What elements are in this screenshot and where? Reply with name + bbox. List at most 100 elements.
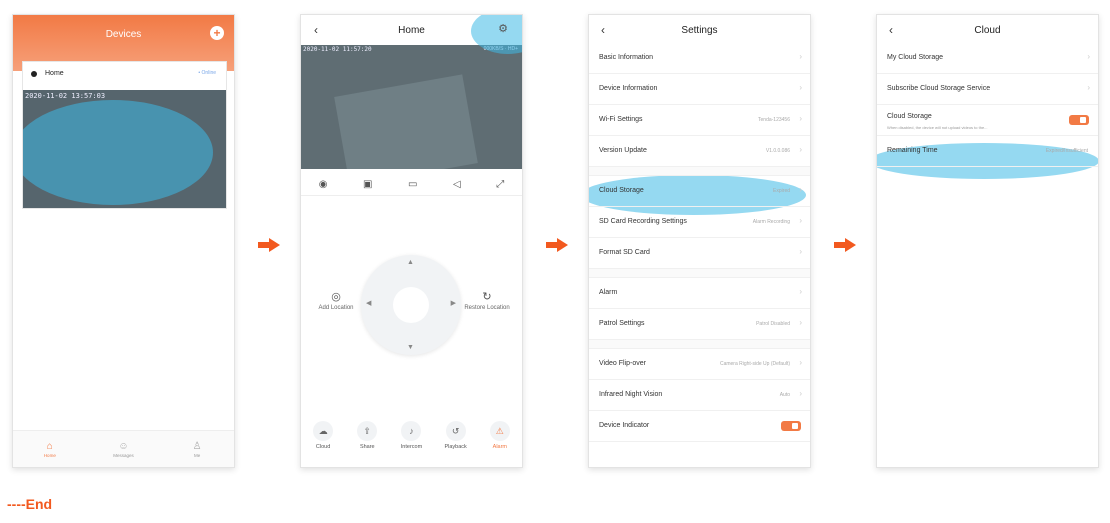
end-marker: ----End <box>7 496 53 512</box>
cloud-storage-toggle-item[interactable]: Cloud Storage When disabled, the device … <box>877 105 1098 136</box>
tab-label: Home <box>43 452 56 458</box>
setting-label: Wi-Fi Settings <box>599 116 643 123</box>
chevron-right-icon: › <box>799 358 802 367</box>
chevron-right-icon: › <box>799 83 802 92</box>
item-label: Cloud Storage <box>887 113 932 120</box>
device-row[interactable]: Home • Online <box>23 62 226 90</box>
setting-sd-recording[interactable]: SD Card Recording Settings Alarm Recordin… <box>589 207 810 238</box>
add-device-icon[interactable]: + <box>210 26 224 40</box>
device-card[interactable]: Home • Online 2020-11-02 13:57:03 <box>22 61 227 209</box>
next-arrow-icon <box>834 238 856 252</box>
location-icon: ◎ <box>331 291 341 303</box>
playback-button[interactable]: ↺ Playback <box>436 421 476 450</box>
chevron-right-icon: › <box>799 216 802 225</box>
add-location-button[interactable]: ◎ Add Location <box>311 290 361 312</box>
share-button[interactable]: ⇪ Share <box>347 421 387 450</box>
setting-cloud-storage[interactable]: Cloud Storage Expired › <box>589 176 810 207</box>
subscribe-cloud-item[interactable]: Subscribe Cloud Storage Service › <box>877 74 1098 105</box>
tab-me[interactable]: ♙ Me <box>172 441 222 458</box>
setting-alarm[interactable]: Alarm › <box>589 278 810 309</box>
gear-icon[interactable]: ⚙ <box>498 22 508 35</box>
setting-label: Device Information <box>599 85 658 92</box>
restore-location-label: Restore Location <box>464 305 510 311</box>
setting-label: SD Card Recording Settings <box>599 218 687 225</box>
chevron-right-icon: › <box>799 247 802 256</box>
fullscreen-icon[interactable]: ⤢ <box>496 179 504 190</box>
my-cloud-storage-item[interactable]: My Cloud Storage › <box>877 43 1098 74</box>
chevron-right-icon: › <box>799 145 802 154</box>
setting-label: Version Update <box>599 147 647 154</box>
home-camera-screen: ‹ Home ⚙ 2020-11-02 11:57:20 000KB/S · H… <box>300 14 523 468</box>
tab-label: Me <box>194 452 201 458</box>
section-divider <box>589 269 810 278</box>
user-icon: ♙ <box>192 440 202 452</box>
playback-icon: ↺ <box>445 421 466 441</box>
share-icon: ⇪ <box>357 421 378 441</box>
page-title: Settings <box>681 25 718 36</box>
settings-list: Basic Information › Device Information › W… <box>589 43 810 442</box>
setting-value: Camera Right-side Up (Default) <box>719 361 790 367</box>
settings-screen: ‹ Settings Basic Information › Device Inf… <box>588 14 811 468</box>
device-indicator-icon <box>31 71 37 77</box>
video-timestamp: 2020-11-02 13:57:03 <box>25 92 106 100</box>
setting-label: Patrol Settings <box>599 320 645 327</box>
tab-home[interactable]: ⌂ Home <box>25 441 75 458</box>
alarm-button[interactable]: ⚠ Alarm <box>480 421 520 450</box>
video-scene <box>334 74 478 169</box>
speaker-icon[interactable]: ◁ <box>453 179 461 190</box>
ptz-joystick[interactable]: ▲ ▼ ◀ ▶ <box>361 255 461 355</box>
add-location-label: Add Location <box>318 305 354 311</box>
setting-value: Tenda-123456 <box>758 117 790 123</box>
mic-icon: ♪ <box>401 421 422 441</box>
button-label: Cloud <box>315 444 331 450</box>
next-arrow-icon <box>258 238 280 252</box>
message-icon: ☺ <box>118 440 129 452</box>
restore-location-button[interactable]: ↻ Restore Location <box>462 290 512 312</box>
right-arrow-icon[interactable]: ▶ <box>451 299 456 307</box>
cloud-screen: ‹ Cloud My Cloud Storage › Subscribe Clou… <box>876 14 1099 468</box>
setting-night-vision[interactable]: Infrared Night Vision Auto › <box>589 380 810 411</box>
setting-label: Alarm <box>599 289 618 296</box>
remaining-time-item[interactable]: Remaining Time Expired/Insufficient <box>877 136 1098 167</box>
video-preview[interactable]: 2020-11-02 13:57:03 <box>23 90 226 208</box>
record-icon[interactable]: ▭ <box>408 179 417 190</box>
setting-label: Cloud Storage <box>599 187 644 194</box>
setting-video-flip[interactable]: Video Flip-over Camera Right-side Up (Def… <box>589 349 810 380</box>
section-divider <box>589 340 810 349</box>
setting-value: Auto <box>779 392 790 398</box>
up-arrow-icon[interactable]: ▲ <box>407 259 414 266</box>
device-name: Home <box>45 70 64 77</box>
eye-icon[interactable]: ◉ <box>319 179 328 190</box>
cloud-storage-toggle[interactable] <box>1069 115 1089 125</box>
ptz-center[interactable] <box>393 287 429 323</box>
setting-format-sd[interactable]: Format SD Card › <box>589 238 810 269</box>
cloud-button[interactable]: ☁ Cloud <box>303 421 343 450</box>
item-label: Subscribe Cloud Storage Service <box>887 85 991 92</box>
down-arrow-icon[interactable]: ▼ <box>407 344 414 351</box>
setting-value: V1.0.0.086 <box>765 148 790 154</box>
setting-label: Format SD Card <box>599 249 650 256</box>
live-video[interactable]: 2020-11-02 11:57:20 000KB/S · HD+ <box>301 45 522 169</box>
left-arrow-icon[interactable]: ◀ <box>366 299 371 307</box>
indicator-toggle[interactable] <box>781 421 801 431</box>
setting-device-indicator[interactable]: Device Indicator <box>589 411 810 442</box>
intercom-button[interactable]: ♪ Intercom <box>391 421 431 450</box>
chevron-right-icon: › <box>799 318 802 327</box>
setting-patrol[interactable]: Patrol Settings Patrol Disabled › <box>589 309 810 340</box>
setting-basic-information[interactable]: Basic Information › <box>589 43 810 74</box>
setting-device-information[interactable]: Device Information › <box>589 74 810 105</box>
setting-version-update[interactable]: Version Update V1.0.0.086 › <box>589 136 810 167</box>
button-label: Playback <box>444 444 467 450</box>
item-description: When disabled, the device will not uploa… <box>887 125 988 130</box>
item-label: My Cloud Storage <box>887 54 944 61</box>
setting-label: Video Flip-over <box>599 360 646 367</box>
home-icon: ⌂ <box>46 440 53 452</box>
chevron-right-icon: › <box>799 287 802 296</box>
setting-wifi[interactable]: Wi-Fi Settings Tenda-123456 › <box>589 105 810 136</box>
navbar: ‹ Home ⚙ <box>301 15 522 54</box>
chevron-right-icon: › <box>799 52 802 61</box>
camera-icon[interactable]: ▣ <box>363 179 372 190</box>
chevron-right-icon: › <box>1087 83 1090 92</box>
button-label: Share <box>359 444 375 450</box>
tab-messages[interactable]: ☺ Messages <box>98 441 148 458</box>
